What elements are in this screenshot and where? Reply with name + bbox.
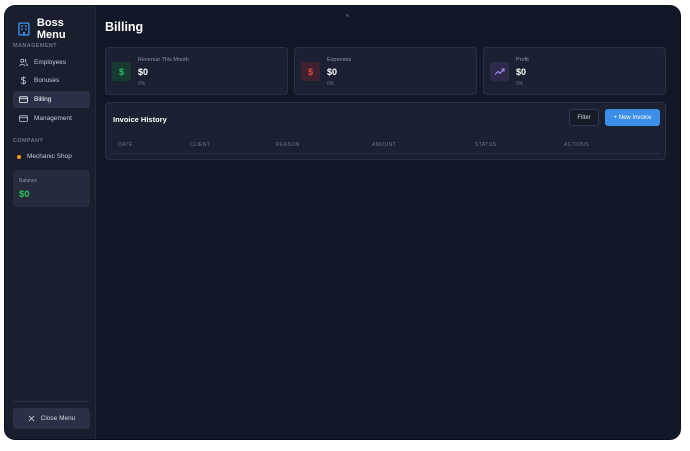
page-title: Billing [105,20,144,34]
sidebar-item-billing[interactable]: Billing [13,91,90,108]
sidebar-item-employees[interactable]: Employees [13,54,90,71]
column-header-amount: AMOUNT [372,142,397,148]
stat-change: 0% [327,81,335,87]
column-header-status: STATUS [475,142,497,148]
stat-label: Profit [516,57,529,63]
users-icon [19,58,28,67]
invoice-history-title: Invoice History [113,115,167,124]
camera-dot [346,14,349,17]
balance-value: $0 [19,189,30,200]
stat-change: 0% [138,81,146,87]
close-menu-button[interactable]: Close Menu [13,408,90,429]
column-header-client: CLIENT [190,142,211,148]
status-dot [17,154,21,159]
sidebar-item-label: Employees [34,59,67,66]
building-icon [18,22,30,36]
stat-value: $0 [138,67,149,77]
close-menu-label: Close Menu [40,415,76,422]
balance-card: Balance $0 [13,170,90,207]
stat-card-profit: Profit $0 0% [483,47,666,95]
sidebar-item-management[interactable]: Management [13,110,90,127]
section-label-company: COMPANY [13,138,44,144]
credit-card-icon [19,96,28,103]
stat-label: Expenses [327,57,352,63]
close-icon [28,415,35,422]
stat-change: 0% [516,81,524,87]
trend-up-icon [494,68,505,75]
balance-label: Balance [19,178,38,184]
dollar-icon [20,76,26,85]
sidebar: Boss Menu MANAGEMENT Employees Bonuses B… [5,6,96,439]
company-name: Mechanic Shop [27,153,72,160]
sidebar-item-bonuses[interactable]: Bonuses [13,72,90,89]
sidebar-item-label: Bonuses [34,77,60,84]
column-header-reason: REASON [276,142,300,148]
stat-value: $0 [516,67,527,77]
dollar-icon: $ [301,62,320,81]
app-window: Boss Menu MANAGEMENT Employees Bonuses B… [5,6,680,439]
stat-label: Revenue This Month [138,57,189,63]
stat-card-expenses: $ Expenses $0 0% [294,47,477,95]
dollar-icon: $ [112,62,131,81]
column-header-actions: ACTIONS [564,142,590,148]
new-invoice-button[interactable]: + New Invoice [605,109,660,126]
sidebar-item-label: Billing [34,96,52,103]
credit-card-icon [19,115,28,122]
column-header-date: DATE [118,142,133,148]
filter-button[interactable]: Filter [569,109,599,126]
company-item-mechanic-shop[interactable]: Mechanic Shop [17,153,72,160]
section-label-management: MANAGEMENT [13,43,58,49]
stat-value: $0 [327,67,338,77]
sidebar-divider [13,401,90,402]
brand-title: Boss Menu [36,17,66,41]
sidebar-item-label: Management [34,115,72,122]
table-header-divider [113,153,660,154]
brand: Boss Menu [18,17,95,41]
stat-card-revenue: $ Revenue This Month $0 0% [105,47,288,95]
invoice-history-panel: Invoice History Filter + New Invoice DAT… [105,102,666,160]
trend-up-icon [490,62,509,81]
